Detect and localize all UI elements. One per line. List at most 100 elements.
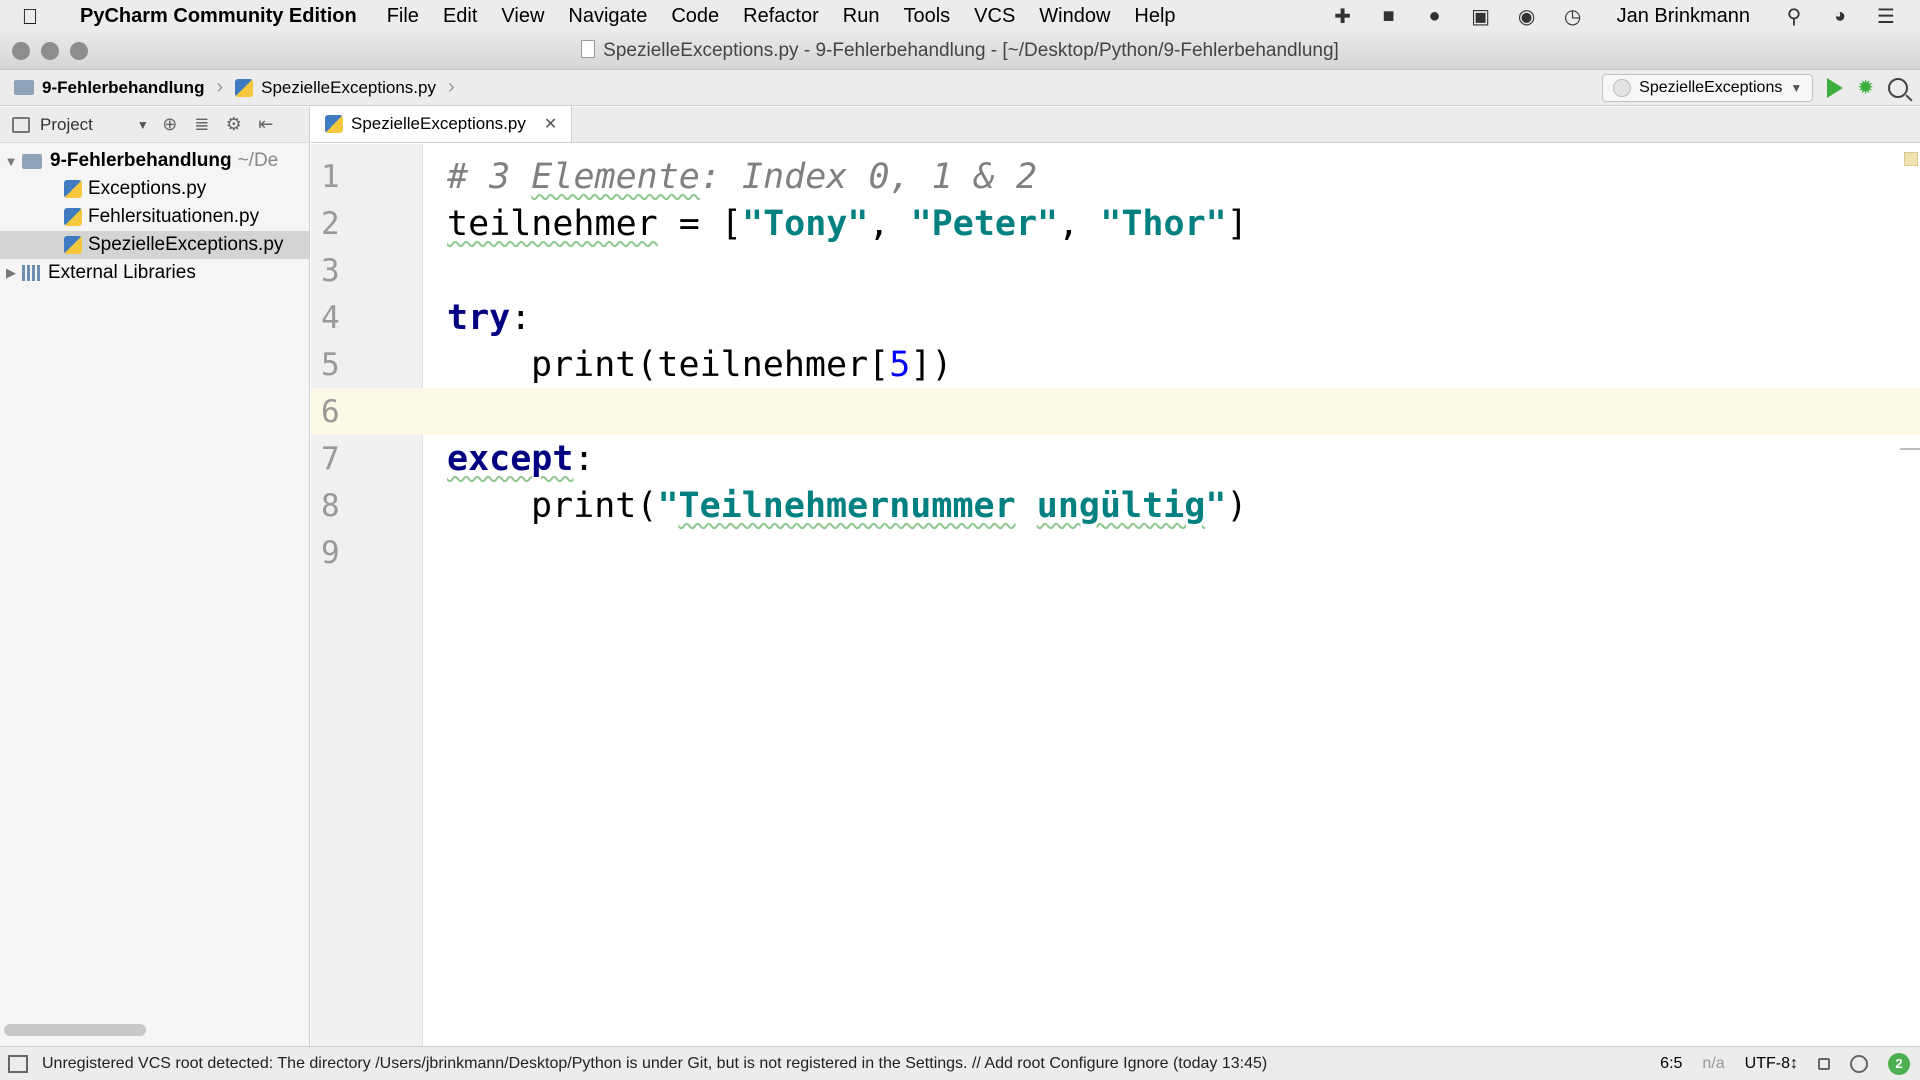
- string-token: [1016, 486, 1037, 526]
- code-line[interactable]: 1 # 3 Elemente: Index 0, 1 & 2: [311, 153, 1920, 200]
- tree-file-label: Fehlersituationen.py: [88, 206, 260, 227]
- code-line-current[interactable]: 6: [311, 388, 1920, 435]
- apple-icon[interactable]: : [0, 4, 60, 30]
- collapsed-arrow-icon[interactable]: ▶: [0, 265, 22, 281]
- string-token: ": [1205, 485, 1227, 526]
- line-number: 7: [321, 440, 340, 477]
- menu-refactor[interactable]: Refactor: [731, 5, 831, 28]
- spotlight-search-icon[interactable]: ⚲: [1780, 4, 1808, 30]
- menu-help[interactable]: Help: [1122, 5, 1187, 28]
- close-window-button[interactable]: [12, 42, 30, 60]
- code-line[interactable]: 7 except:: [311, 435, 1920, 482]
- python-file-icon: [64, 236, 82, 254]
- menu-file[interactable]: File: [375, 5, 431, 28]
- file-encoding[interactable]: UTF-8↕: [1745, 1055, 1798, 1073]
- project-view-selector[interactable]: Project: [40, 115, 93, 135]
- keyword-token: try: [447, 297, 511, 338]
- menu-code[interactable]: Code: [659, 5, 731, 28]
- tree-item-root[interactable]: ▼ 9-Fehlerbehandlung ~/De: [0, 147, 309, 175]
- chevron-down-icon[interactable]: ▼: [137, 118, 149, 132]
- menu-app-name[interactable]: PyCharm Community Edition: [60, 5, 375, 28]
- error-stripe-mark[interactable]: [1900, 448, 1920, 450]
- notification-list-icon[interactable]: ☰: [1872, 4, 1900, 30]
- punctuation-token: ,: [1058, 203, 1101, 244]
- menu-navigate[interactable]: Navigate: [556, 5, 659, 28]
- tree-file-label: SpezielleExceptions.py: [88, 234, 284, 255]
- comment-token-typo: Elemente: [531, 156, 700, 197]
- tree-item-file[interactable]: Fehlersituationen.py: [0, 203, 309, 231]
- code-line[interactable]: 9: [311, 529, 1920, 576]
- editor-tab-active[interactable]: SpezielleExceptions.py ✕: [311, 106, 573, 142]
- punctuation-token: :: [510, 297, 532, 338]
- tree-root-path: ~/De: [237, 150, 279, 171]
- close-icon[interactable]: ✕: [544, 114, 557, 134]
- punctuation-token: :: [573, 438, 595, 479]
- project-view-icon: [12, 116, 30, 133]
- run-icon[interactable]: [1827, 77, 1844, 98]
- menu-view[interactable]: View: [489, 5, 556, 28]
- code-line[interactable]: 3: [311, 247, 1920, 294]
- line-number: 3: [321, 252, 340, 289]
- run-configuration-dropdown[interactable]: SpezielleExceptions ▼: [1602, 73, 1814, 102]
- window-controls: [0, 42, 88, 60]
- gear-icon[interactable]: ⚙: [223, 114, 245, 135]
- collapse-all-icon[interactable]: ≣: [191, 114, 213, 135]
- tool-windows-toggle-icon[interactable]: [8, 1054, 28, 1073]
- status-widgets: 6:5 n/a UTF-8↕ 2: [1660, 1052, 1920, 1075]
- comment-token: # 3: [447, 156, 532, 197]
- tree-root-name: 9-Fehlerbehandlung: [50, 150, 232, 171]
- menu-run[interactable]: Run: [831, 5, 892, 28]
- tree-item-file-selected[interactable]: SpezielleExceptions.py: [0, 231, 309, 259]
- menu-user-name[interactable]: Jan Brinkmann: [1605, 5, 1762, 28]
- camera-icon[interactable]: ▣: [1467, 4, 1495, 30]
- line-code: teilnehmer = ["Tony", "Peter", "Thor"]: [423, 204, 1248, 244]
- chat-bubble-icon[interactable]: ◉: [1513, 4, 1541, 30]
- search-everywhere-icon[interactable]: [1888, 77, 1908, 98]
- punctuation-token: ]): [910, 344, 953, 385]
- status-message[interactable]: Unregistered VCS root detected: The dire…: [42, 1055, 1660, 1073]
- breadcrumb-file[interactable]: SpezielleExceptions.py: [261, 78, 436, 98]
- minimize-window-button[interactable]: [41, 42, 59, 60]
- siri-icon[interactable]: ◕: [1826, 4, 1854, 30]
- folder-icon: [22, 153, 42, 169]
- scroll-from-source-icon[interactable]: ⊕: [159, 114, 181, 135]
- code-line[interactable]: 5 print(teilnehmer[5]): [311, 341, 1920, 388]
- operator-token: = [: [657, 203, 743, 244]
- window-title-text: SpezielleExceptions.py - 9-Fehlerbehandl…: [603, 40, 1339, 61]
- leaf-icon[interactable]: ●: [1421, 4, 1449, 30]
- menu-tools[interactable]: Tools: [891, 5, 962, 28]
- line-number: 5: [321, 346, 340, 383]
- line-separator-indicator[interactable]: n/a: [1702, 1055, 1724, 1073]
- menu-bar:  PyCharm Community Edition File Edit Vi…: [0, 0, 1920, 33]
- breadcrumb-folder[interactable]: 9-Fehlerbehandlung: [42, 78, 204, 98]
- menu-edit[interactable]: Edit: [431, 5, 489, 28]
- menu-window[interactable]: Window: [1027, 5, 1122, 28]
- tree-item-external-libraries[interactable]: ▶ External Libraries: [0, 259, 309, 287]
- plus-cross-icon[interactable]: ✚: [1329, 4, 1357, 30]
- menu-vcs[interactable]: VCS: [962, 5, 1027, 28]
- zoom-window-button[interactable]: [70, 42, 88, 60]
- code-line[interactable]: 2 teilnehmer = ["Tony", "Peter", "Thor"]: [311, 200, 1920, 247]
- comment-token: : Index 0, 1 & 2: [699, 156, 1038, 197]
- horizontal-scrollbar[interactable]: [4, 1024, 146, 1036]
- lock-icon[interactable]: [1818, 1057, 1830, 1070]
- line-code: try:: [423, 298, 531, 338]
- debug-icon[interactable]: ✹: [1857, 75, 1874, 100]
- code-editor[interactable]: 1 # 3 Elemente: Index 0, 1 & 2 2 teilneh…: [311, 144, 1920, 1046]
- code-line[interactable]: 4 try:: [311, 294, 1920, 341]
- hide-panel-icon[interactable]: ⇤: [255, 114, 277, 135]
- inspector-face-icon[interactable]: [1850, 1054, 1868, 1073]
- clapper-icon[interactable]: ■: [1375, 4, 1403, 30]
- file-icon: [581, 40, 596, 58]
- clock-icon[interactable]: ◷: [1559, 4, 1587, 30]
- editor-tab-label: SpezielleExceptions.py: [351, 114, 526, 133]
- status-bar: Unregistered VCS root detected: The dire…: [0, 1046, 1920, 1080]
- inspection-status-marker[interactable]: [1904, 152, 1918, 166]
- tree-item-file[interactable]: Exceptions.py: [0, 175, 309, 203]
- project-panel-toolbar: Project ▼ ⊕ ≣ ⚙ ⇤: [0, 107, 309, 143]
- code-line[interactable]: 8 print("Teilnehmernummer ungültig"): [311, 482, 1920, 529]
- event-log-badge[interactable]: 2: [1888, 1052, 1910, 1075]
- expanded-arrow-icon[interactable]: ▼: [0, 154, 22, 169]
- caret-position[interactable]: 6:5: [1660, 1055, 1682, 1073]
- punctuation-token: ): [1226, 485, 1248, 526]
